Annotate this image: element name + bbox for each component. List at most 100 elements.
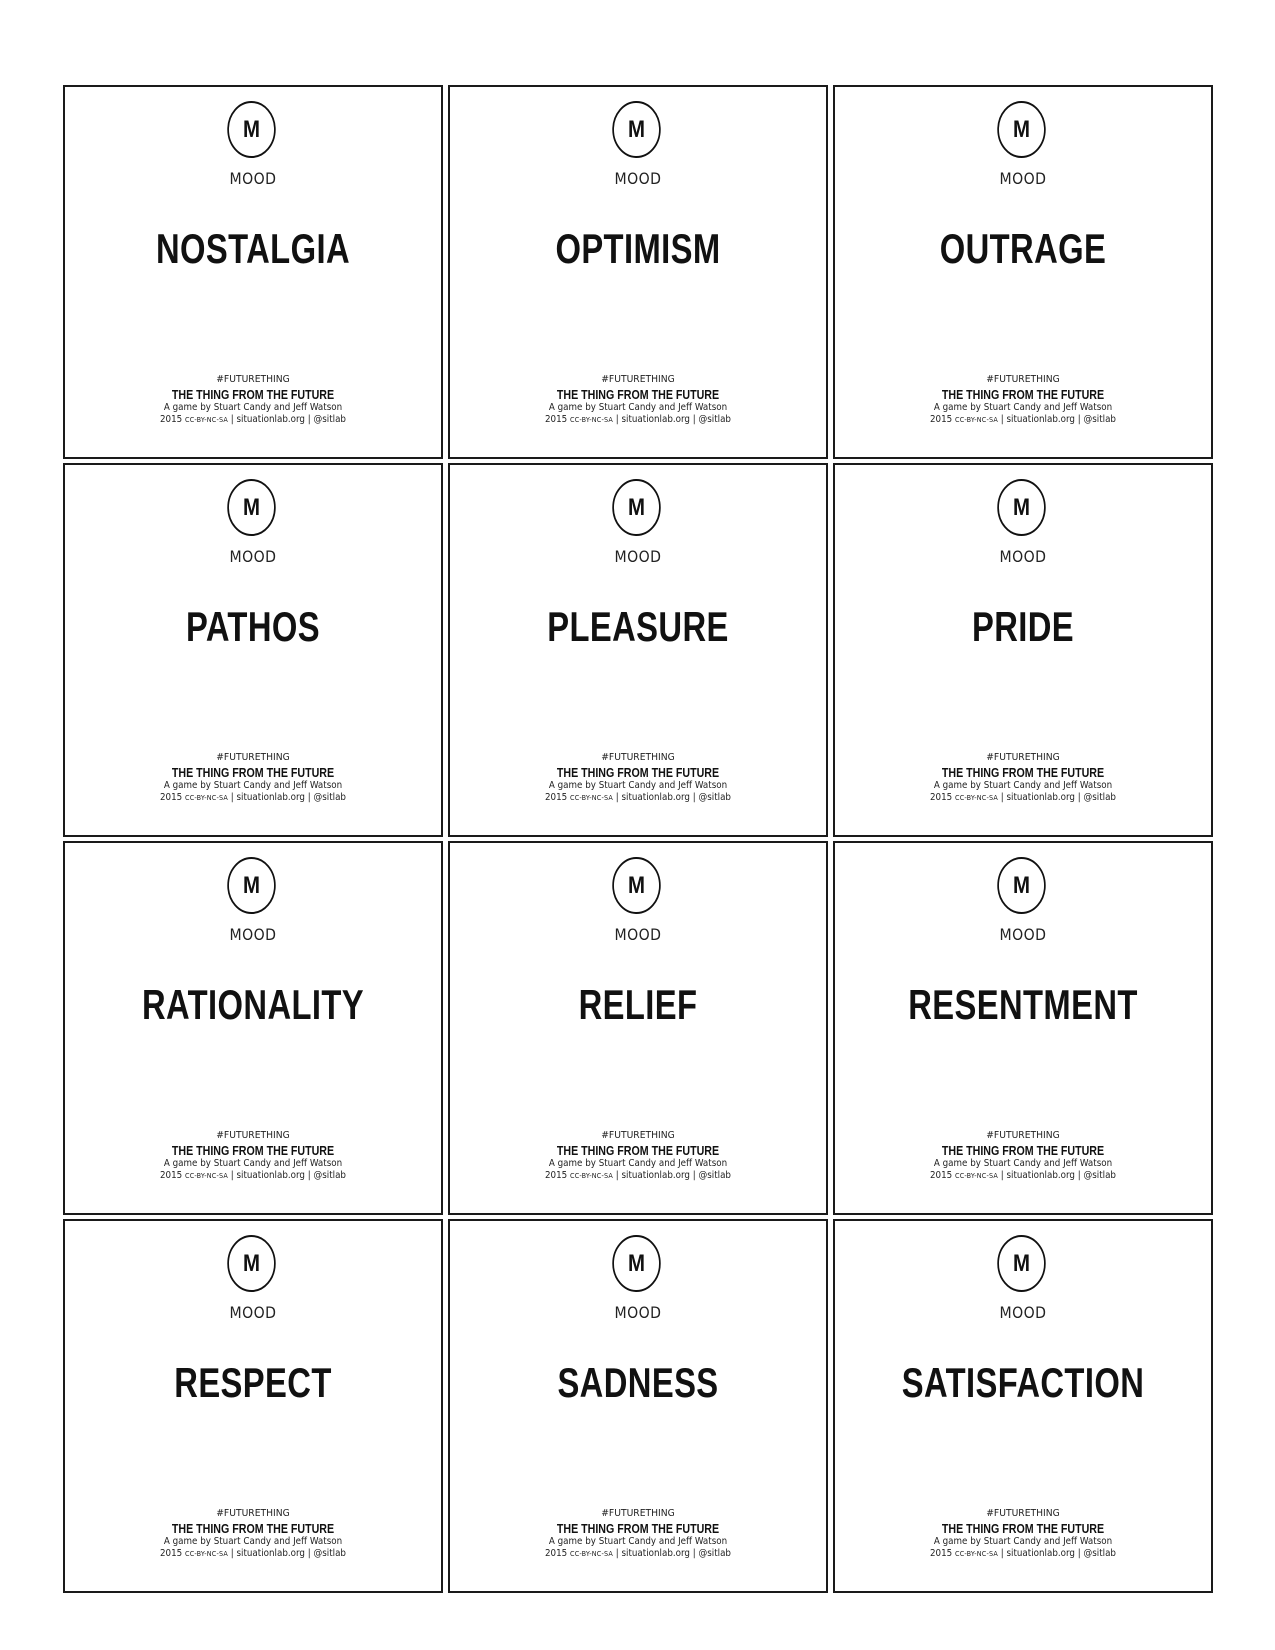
card-hashtag: #FUTURETHING: [986, 1508, 1060, 1519]
card-handle: @sitlab: [1083, 1169, 1116, 1181]
card-separator: |: [1000, 1169, 1004, 1181]
card-sheet: M MOOD NOSTALGIA #FUTURETHING THE THING …: [63, 85, 1213, 1593]
card-category: MOOD: [229, 1303, 277, 1322]
card-year: 2015: [929, 1169, 953, 1181]
card-word: OPTIMISM: [555, 225, 721, 272]
card-credit: A game by Stuart Candy and Jeff Watson: [163, 1158, 343, 1169]
mood-card: M MOOD SADNESS #FUTURETHING THE THING FR…: [448, 1219, 828, 1593]
mood-badge-icon: M: [612, 1235, 661, 1292]
card-separator: |: [615, 1169, 619, 1181]
card-game-title: THE THING FROM THE FUTURE: [171, 1143, 335, 1158]
card-year: 2015: [159, 1547, 183, 1559]
card-separator: |: [307, 1547, 311, 1559]
card-handle: @sitlab: [1083, 791, 1116, 803]
card-separator: |: [692, 413, 696, 425]
card-handle: @sitlab: [313, 413, 346, 425]
card-year: 2015: [929, 413, 953, 425]
card-separator: |: [692, 1169, 696, 1181]
card-license-line: 2015 CC-BY-NC-SA | situationlab.org | @s…: [465, 791, 811, 803]
card-handle: @sitlab: [313, 1169, 346, 1181]
card-footer: #FUTURETHING THE THING FROM THE FUTURE A…: [835, 1509, 1211, 1558]
mood-badge-icon: M: [227, 857, 276, 914]
card-site: situationlab.org: [621, 791, 690, 803]
card-category: MOOD: [229, 169, 277, 188]
card-game-title: THE THING FROM THE FUTURE: [941, 1521, 1105, 1536]
card-license-line: 2015 CC-BY-NC-SA | situationlab.org | @s…: [850, 1547, 1196, 1559]
card-site: situationlab.org: [1006, 791, 1075, 803]
mood-badge-icon: M: [227, 479, 276, 536]
card-hashtag: #FUTURETHING: [601, 374, 675, 385]
card-separator: |: [307, 413, 311, 425]
card-license: CC-BY-NC-SA: [955, 1549, 998, 1558]
card-license-line: 2015 CC-BY-NC-SA | situationlab.org | @s…: [850, 413, 1196, 425]
card-footer: #FUTURETHING THE THING FROM THE FUTURE A…: [65, 753, 441, 802]
card-year: 2015: [159, 413, 183, 425]
card-credit: A game by Stuart Candy and Jeff Watson: [933, 1158, 1113, 1169]
card-license: CC-BY-NC-SA: [185, 793, 228, 802]
card-license: CC-BY-NC-SA: [955, 793, 998, 802]
card-footer: #FUTURETHING THE THING FROM THE FUTURE A…: [835, 753, 1211, 802]
card-year: 2015: [544, 1547, 568, 1559]
card-separator: |: [230, 1169, 234, 1181]
card-footer: #FUTURETHING THE THING FROM THE FUTURE A…: [450, 753, 826, 802]
card-license-line: 2015 CC-BY-NC-SA | situationlab.org | @s…: [465, 1547, 811, 1559]
card-word: PLEASURE: [547, 603, 729, 650]
card-license-line: 2015 CC-BY-NC-SA | situationlab.org | @s…: [80, 791, 426, 803]
card-game-title: THE THING FROM THE FUTURE: [556, 1143, 720, 1158]
card-game-title: THE THING FROM THE FUTURE: [556, 1521, 720, 1536]
card-site: situationlab.org: [236, 791, 305, 803]
card-credit: A game by Stuart Candy and Jeff Watson: [548, 780, 728, 791]
card-credit: A game by Stuart Candy and Jeff Watson: [548, 1158, 728, 1169]
card-game-title: THE THING FROM THE FUTURE: [171, 387, 335, 402]
card-handle: @sitlab: [313, 1547, 346, 1559]
card-word: PRIDE: [971, 603, 1075, 650]
card-hashtag: #FUTURETHING: [986, 752, 1060, 763]
card-separator: |: [1077, 791, 1081, 803]
card-handle: @sitlab: [313, 791, 346, 803]
card-separator: |: [307, 1169, 311, 1181]
card-separator: |: [307, 791, 311, 803]
card-site: situationlab.org: [1006, 413, 1075, 425]
card-separator: |: [1077, 1169, 1081, 1181]
card-footer: #FUTURETHING THE THING FROM THE FUTURE A…: [835, 375, 1211, 424]
card-license: CC-BY-NC-SA: [185, 1549, 228, 1558]
card-license: CC-BY-NC-SA: [570, 415, 613, 424]
card-hashtag: #FUTURETHING: [216, 374, 290, 385]
mood-card: M MOOD RELIEF #FUTURETHING THE THING FRO…: [448, 841, 828, 1215]
card-game-title: THE THING FROM THE FUTURE: [171, 765, 335, 780]
card-handle: @sitlab: [698, 1547, 731, 1559]
card-license: CC-BY-NC-SA: [570, 793, 613, 802]
card-separator: |: [692, 791, 696, 803]
card-footer: #FUTURETHING THE THING FROM THE FUTURE A…: [835, 1131, 1211, 1180]
card-credit: A game by Stuart Candy and Jeff Watson: [933, 402, 1113, 413]
card-separator: |: [230, 1547, 234, 1559]
card-license-line: 2015 CC-BY-NC-SA | situationlab.org | @s…: [465, 1169, 811, 1181]
card-game-title: THE THING FROM THE FUTURE: [941, 765, 1105, 780]
card-game-title: THE THING FROM THE FUTURE: [556, 765, 720, 780]
card-site: situationlab.org: [1006, 1547, 1075, 1559]
card-footer: #FUTURETHING THE THING FROM THE FUTURE A…: [450, 375, 826, 424]
card-separator: |: [692, 1547, 696, 1559]
card-footer: #FUTURETHING THE THING FROM THE FUTURE A…: [65, 1131, 441, 1180]
card-credit: A game by Stuart Candy and Jeff Watson: [163, 402, 343, 413]
mood-badge-icon: M: [612, 101, 661, 158]
card-separator: |: [615, 1547, 619, 1559]
card-category: MOOD: [999, 169, 1047, 188]
card-game-title: THE THING FROM THE FUTURE: [556, 387, 720, 402]
card-separator: |: [1000, 1547, 1004, 1559]
card-license: CC-BY-NC-SA: [570, 1549, 613, 1558]
card-site: situationlab.org: [1006, 1169, 1075, 1181]
card-footer: #FUTURETHING THE THING FROM THE FUTURE A…: [450, 1509, 826, 1558]
mood-badge-icon: M: [612, 479, 661, 536]
mood-card: M MOOD OUTRAGE #FUTURETHING THE THING FR…: [833, 85, 1213, 459]
card-footer: #FUTURETHING THE THING FROM THE FUTURE A…: [65, 375, 441, 424]
card-word: OUTRAGE: [939, 225, 1107, 272]
card-word: RESPECT: [174, 1359, 332, 1406]
card-category: MOOD: [614, 925, 662, 944]
card-year: 2015: [929, 1547, 953, 1559]
card-credit: A game by Stuart Candy and Jeff Watson: [933, 1536, 1113, 1547]
card-footer: #FUTURETHING THE THING FROM THE FUTURE A…: [450, 1131, 826, 1180]
card-separator: |: [1077, 413, 1081, 425]
card-category: MOOD: [614, 169, 662, 188]
card-category: MOOD: [614, 1303, 662, 1322]
